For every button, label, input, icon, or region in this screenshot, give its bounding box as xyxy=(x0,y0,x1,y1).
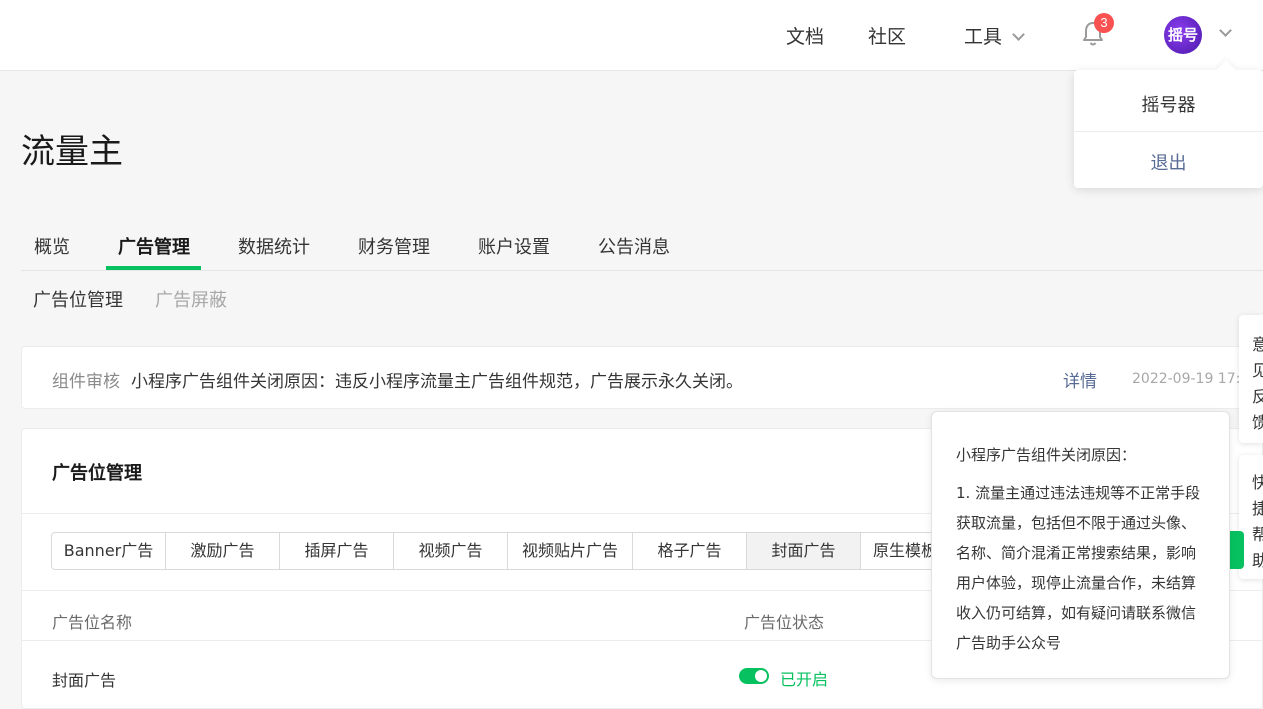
ad-type-native-template[interactable]: 原生模板 xyxy=(860,532,940,570)
column-header-name: 广告位名称 xyxy=(52,613,133,632)
notice-detail-link[interactable]: 详情 xyxy=(1063,367,1097,392)
nav-docs[interactable]: 文档 xyxy=(786,22,824,49)
review-notice: 组件审核 小程序广告组件关闭原因：违反小程序流量主广告组件规范，广告展示永久关闭… xyxy=(21,346,1263,409)
notification-badge: 3 xyxy=(1094,13,1114,33)
ad-type-rewarded[interactable]: 激励广告 xyxy=(165,532,280,570)
tab-finance[interactable]: 财务管理 xyxy=(358,233,430,259)
panel-title: 广告位管理 xyxy=(52,463,142,484)
menu-account-name[interactable]: 摇号器 xyxy=(1074,91,1263,117)
tab-ad-management[interactable]: 广告管理 xyxy=(118,233,190,259)
page-title: 流量主 xyxy=(21,132,123,172)
ad-slot-name: 封面广告 xyxy=(52,671,117,690)
tab-overview[interactable]: 概览 xyxy=(34,233,70,259)
nav-tools[interactable]: 工具 xyxy=(964,22,1025,49)
ad-type-video-patch[interactable]: 视频贴片广告 xyxy=(507,532,633,570)
user-dropdown-menu: 摇号器 退出 xyxy=(1074,60,1263,188)
notice-label: 组件审核 xyxy=(52,372,120,392)
active-tab-indicator xyxy=(106,266,201,270)
chevron-down-icon xyxy=(1012,28,1025,41)
create-button-edge[interactable] xyxy=(1230,531,1244,569)
ad-type-cover[interactable]: 封面广告 xyxy=(746,532,861,570)
main-tabs: 概览 广告管理 数据统计 财务管理 账户设置 公告消息 xyxy=(21,226,1263,271)
notice-date: 2022-09-19 17: xyxy=(1132,371,1241,387)
tab-announcements[interactable]: 公告消息 xyxy=(598,233,670,259)
feedback-side-button[interactable]: 意见反馈 xyxy=(1239,315,1263,443)
menu-logout[interactable]: 退出 xyxy=(1074,149,1263,175)
nav-community[interactable]: 社区 xyxy=(868,22,906,49)
nav-tools-label: 工具 xyxy=(964,26,1003,48)
subtab-ad-slots[interactable]: 广告位管理 xyxy=(33,286,123,312)
top-bar: 文档 社区 工具 3 摇号 xyxy=(0,0,1263,71)
ad-type-video[interactable]: 视频广告 xyxy=(393,532,508,570)
column-header-status: 广告位状态 xyxy=(744,613,825,632)
closure-reason-tooltip: 小程序广告组件关闭原因： 1. 流量主通过违法违规等不正常手段获取流量，包括但不… xyxy=(931,411,1230,679)
tab-statistics[interactable]: 数据统计 xyxy=(238,233,310,259)
ad-type-banner[interactable]: Banner广告 xyxy=(51,532,166,570)
ad-type-grid[interactable]: 格子广告 xyxy=(632,532,747,570)
avatar[interactable]: 摇号 xyxy=(1164,16,1202,54)
tooltip-body: 1. 流量主通过违法违规等不正常手段获取流量，包括但不限于通过头像、名称、简介混… xyxy=(956,484,1201,652)
subtab-ad-blocking[interactable]: 广告屏蔽 xyxy=(155,286,227,312)
tab-account-settings[interactable]: 账户设置 xyxy=(478,233,550,259)
status-text: 已开启 xyxy=(780,670,829,689)
ad-type-interstitial[interactable]: 插屏广告 xyxy=(279,532,394,570)
chevron-down-icon[interactable] xyxy=(1219,24,1232,37)
tooltip-title: 小程序广告组件关闭原因： xyxy=(956,446,1137,464)
notice-message: 小程序广告组件关闭原因：违反小程序流量主广告组件规范，广告展示永久关闭。 xyxy=(131,372,743,392)
divider xyxy=(1074,131,1263,132)
ad-type-selector: Banner广告 激励广告 插屏广告 视频广告 视频贴片广告 格子广告 封面广告… xyxy=(51,532,940,570)
status-toggle[interactable] xyxy=(739,668,769,684)
